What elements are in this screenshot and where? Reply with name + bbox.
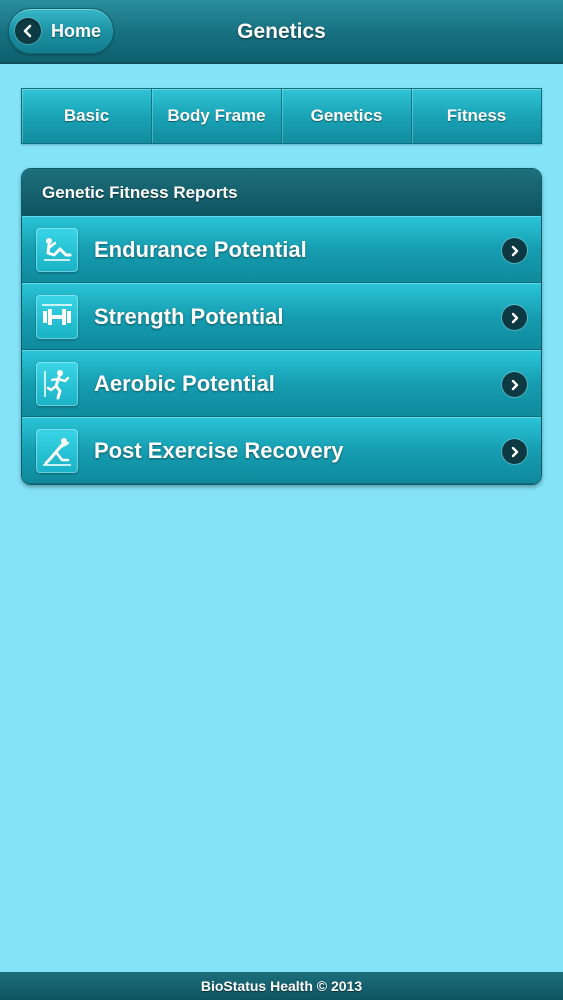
top-bar: Home Genetics — [0, 0, 563, 64]
chevron-right-icon — [502, 305, 527, 330]
stretch-icon — [36, 429, 78, 473]
panel-title: Genetic Fitness Reports — [22, 169, 541, 216]
chevron-right-icon — [502, 372, 527, 397]
tab-fitness[interactable]: Fitness — [412, 89, 541, 143]
list-item-aerobic-potential[interactable]: Aerobic Potential — [22, 350, 541, 417]
chevron-right-icon — [502, 439, 527, 464]
list-item-label: Endurance Potential — [94, 236, 307, 262]
situp-icon — [36, 228, 78, 272]
app-screen: Home Genetics Basic Body Frame Genetics … — [0, 0, 563, 1000]
home-back-button[interactable]: Home — [8, 8, 114, 54]
chevron-right-icon — [502, 238, 527, 263]
list-item-label: Strength Potential — [94, 303, 284, 329]
runner-icon — [36, 362, 78, 406]
tab-body-frame[interactable]: Body Frame — [152, 89, 282, 143]
tab-genetics[interactable]: Genetics — [282, 89, 412, 143]
footer-copyright: BioStatus Health © 2013 — [0, 972, 563, 1000]
list-item-post-exercise-recovery[interactable]: Post Exercise Recovery — [22, 417, 541, 484]
list-item-label: Aerobic Potential — [94, 370, 275, 396]
dumbbell-icon — [36, 295, 78, 339]
chevron-left-icon — [15, 18, 41, 44]
list-item-endurance-potential[interactable]: Endurance Potential — [22, 216, 541, 283]
tab-bar: Basic Body Frame Genetics Fitness — [21, 88, 542, 144]
genetic-fitness-reports-panel: Genetic Fitness Reports Endurance Potent… — [21, 168, 542, 485]
list-item-label: Post Exercise Recovery — [94, 437, 344, 463]
home-back-label: Home — [51, 20, 102, 41]
list-item-strength-potential[interactable]: Strength Potential — [22, 283, 541, 350]
tab-basic[interactable]: Basic — [22, 89, 152, 143]
